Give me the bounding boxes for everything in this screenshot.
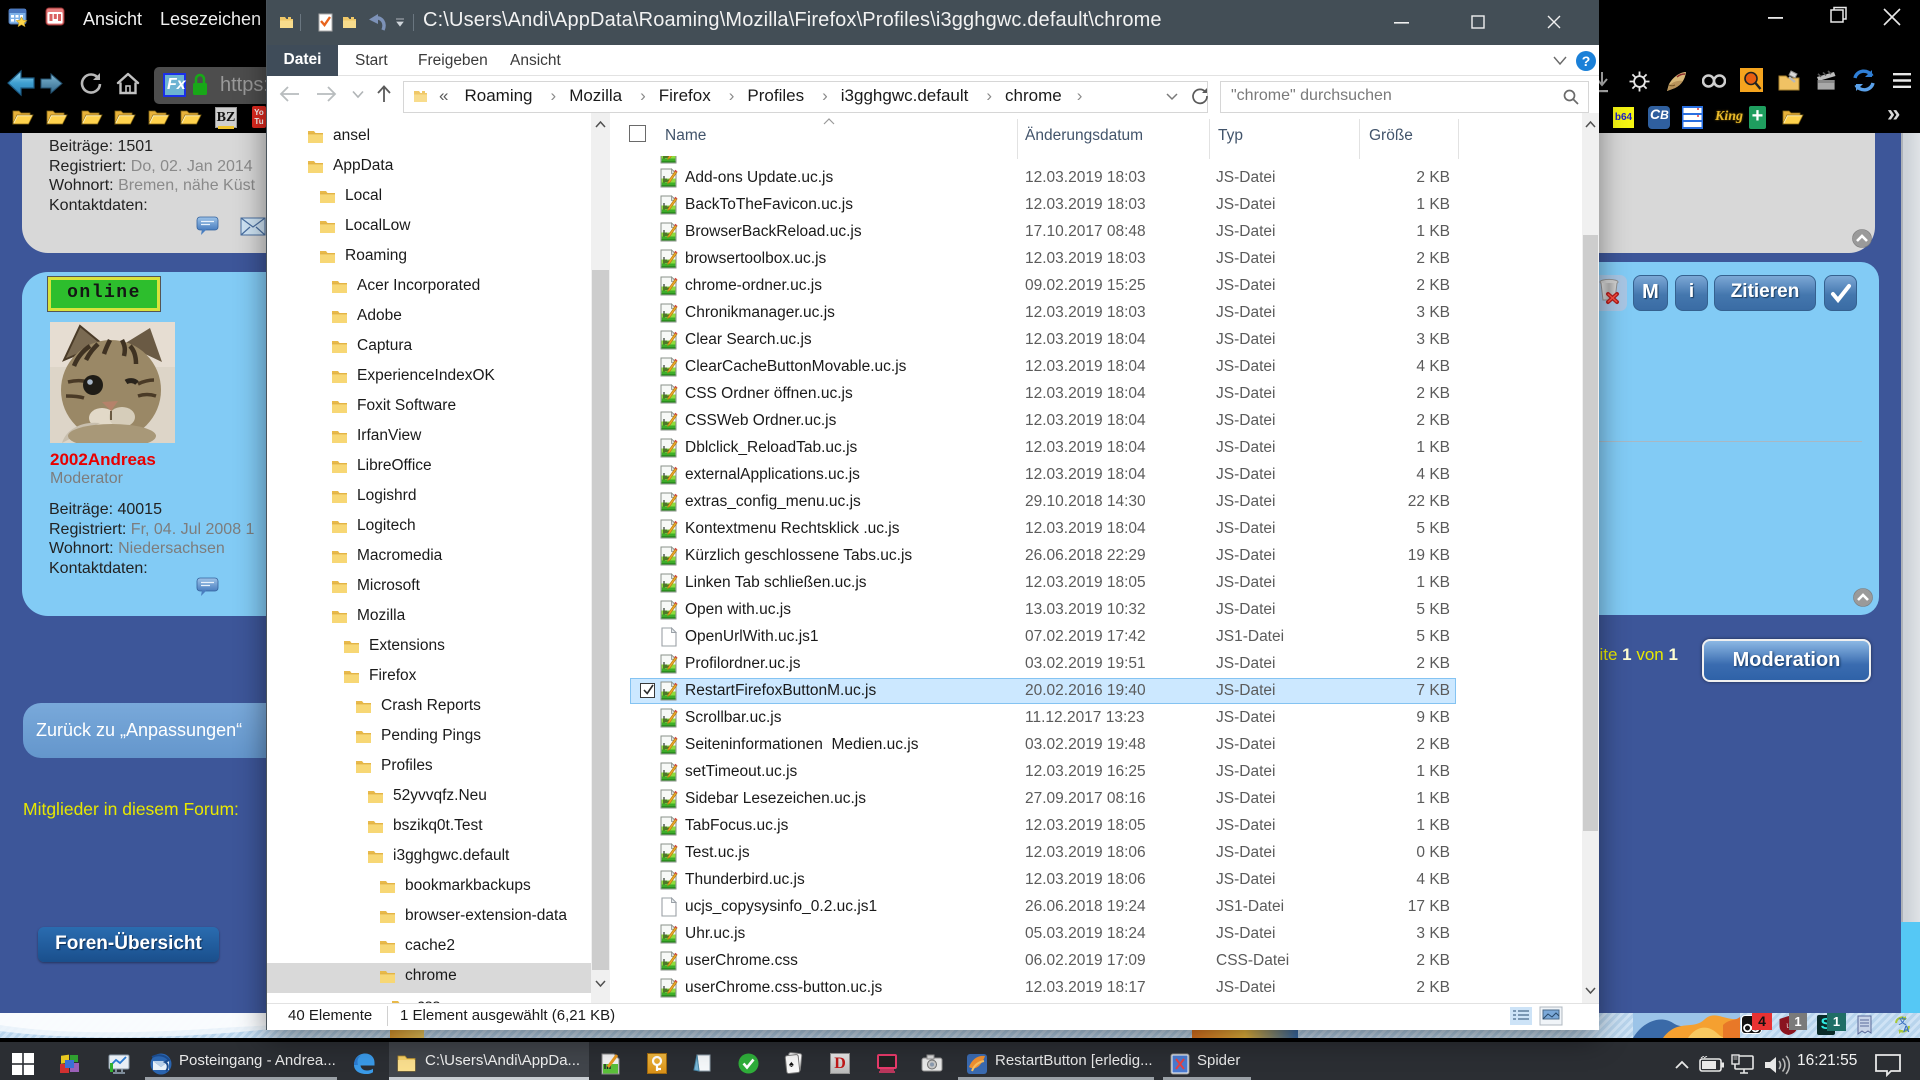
svg-text:A: A <box>1903 1024 1910 1034</box>
svg-text:♠: ♠ <box>789 1059 794 1069</box>
